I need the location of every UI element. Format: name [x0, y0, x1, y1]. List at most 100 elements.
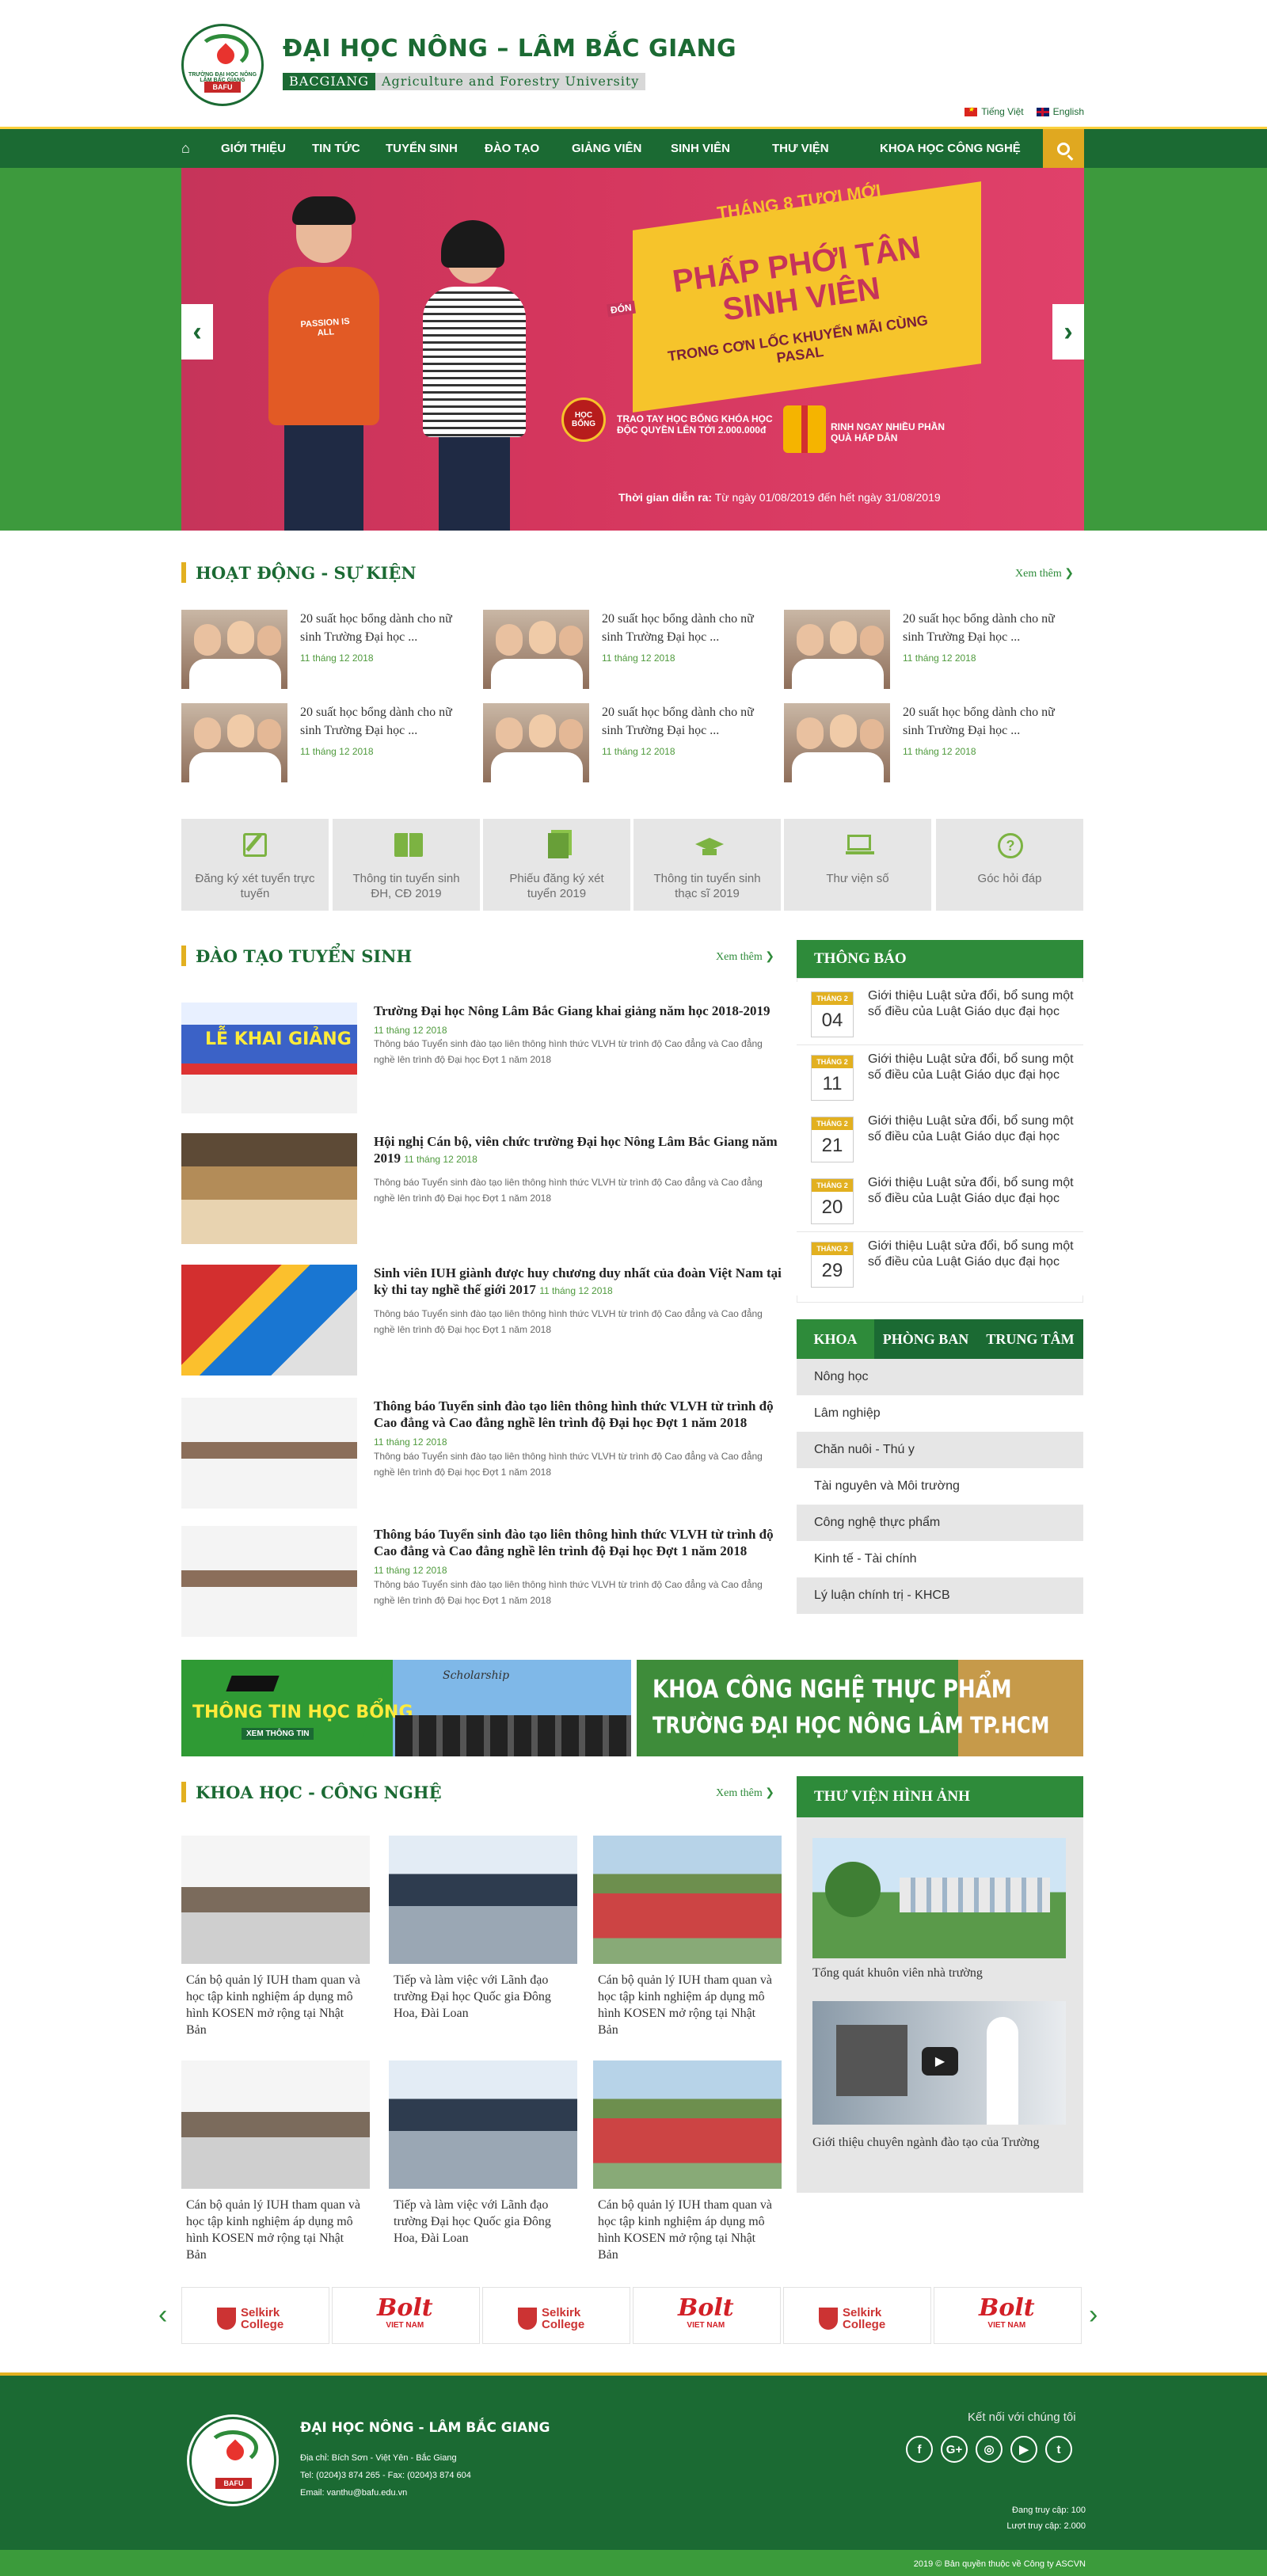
notice-text[interactable]: Giới thiệu Luật sửa đổi, bổ sung một số … [868, 1239, 1077, 1270]
twitter-icon[interactable]: t [1045, 2436, 1072, 2463]
google-plus-icon[interactable]: G+ [941, 2436, 968, 2463]
science-thumbnail[interactable] [181, 2060, 370, 2189]
partner-logo[interactable]: Selkirk College [482, 2287, 630, 2344]
science-title[interactable]: Cán bộ quản lý IUH tham quan và học tập … [186, 1972, 365, 2038]
news-thumbnail[interactable]: LỄ KHAI GIẢNG [181, 1003, 357, 1113]
news-item[interactable]: Sinh viên IUH giành được huy chương duy … [181, 1265, 783, 1376]
quick-link[interactable]: Phiếu đăng ký xét tuyển 2019 [483, 819, 630, 911]
faculty-item[interactable]: Kinh tế - Tài chính [797, 1541, 1083, 1577]
event-title[interactable]: 20 suất học bổng dành cho nữ sinh Trường… [903, 610, 1069, 646]
news-item[interactable]: Thông báo Tuyển sinh đào tạo liên thông … [181, 1398, 783, 1509]
science-title[interactable]: Tiếp và làm việc với Lãnh đạo trường Đại… [394, 2197, 573, 2247]
notice-text[interactable]: Giới thiệu Luật sửa đổi, bổ sung một số … [868, 988, 1077, 1020]
partner-logo[interactable]: Selkirk College [181, 2287, 329, 2344]
event-title[interactable]: 20 suất học bổng dành cho nữ sinh Trường… [602, 610, 768, 646]
gallery-caption[interactable]: Tổng quát khuôn viên nhà trường [812, 1966, 983, 1981]
partners-prev-icon[interactable]: ‹ [158, 2300, 167, 2331]
faculty-item[interactable]: Nông học [797, 1359, 1083, 1395]
instagram-icon[interactable]: ◎ [976, 2436, 1003, 2463]
quick-link[interactable]: ? Góc hỏi đáp [936, 819, 1083, 911]
search-button[interactable] [1043, 129, 1084, 168]
news-thumbnail[interactable] [181, 1133, 357, 1244]
faculty-item[interactable]: Chăn nuôi - Thú y [797, 1432, 1083, 1468]
news-thumbnail[interactable] [181, 1398, 357, 1509]
faculty-item[interactable]: Tài nguyên và Môi trường [797, 1468, 1083, 1505]
partner-logo[interactable]: Bolt VIET NAM [633, 2287, 781, 2344]
science-card[interactable]: Cán bộ quản lý IUH tham quan và học tập … [181, 1836, 370, 2037]
tab-trung-tam[interactable]: TRUNG TÂM [977, 1319, 1083, 1359]
events-more-link[interactable]: Xem thêm ❯ [1015, 567, 1074, 580]
nav-item-gioi-thieu[interactable]: GIỚI THIỆU [221, 142, 286, 155]
science-card[interactable]: Cán bộ quản lý IUH tham quan và học tập … [593, 2060, 782, 2262]
faculty-item[interactable]: Lâm nghiệp [797, 1395, 1083, 1432]
science-more-link[interactable]: Xem thêm ❯ [716, 1786, 774, 1800]
science-card[interactable]: Tiếp và làm việc với Lãnh đạo trường Đại… [389, 2060, 577, 2258]
notice-text[interactable]: Giới thiệu Luật sửa đổi, bổ sung một số … [868, 1175, 1077, 1207]
university-logo[interactable]: TRƯỜNG ĐẠI HỌC NÔNG LÂM BẮC GIANG BAFU [181, 24, 264, 106]
quick-link[interactable]: Thư viện số [784, 819, 931, 911]
partner-logo[interactable]: Bolt VIET NAM [934, 2287, 1082, 2344]
news-title[interactable]: Thông báo Tuyển sinh đào tạo liên thông … [374, 1526, 783, 1579]
news-item[interactable]: Hội nghị Cán bộ, viên chức trường Đại họ… [181, 1133, 783, 1244]
home-icon[interactable]: ⌂ [181, 140, 205, 157]
event-title[interactable]: 20 suất học bổng dành cho nữ sinh Trường… [300, 610, 466, 646]
nav-item-tin-tuc[interactable]: TIN TỨC [312, 142, 360, 155]
nav-item-khoa-hoc-cong-nghe[interactable]: KHOA HỌC CÔNG NGHỆ [880, 142, 1021, 155]
news-title[interactable]: Hội nghị Cán bộ, viên chức trường Đại họ… [374, 1133, 783, 1168]
gallery-caption[interactable]: Giới thiệu chuyên ngành đào tạo của Trườ… [812, 2134, 1066, 2151]
science-thumbnail[interactable] [389, 1836, 577, 1964]
news-thumbnail[interactable] [181, 1526, 357, 1637]
science-title[interactable]: Cán bộ quản lý IUH tham quan và học tập … [186, 2197, 365, 2263]
event-title[interactable]: 20 suất học bổng dành cho nữ sinh Trường… [300, 703, 466, 740]
notice-item[interactable]: THÁNG 2 11 Giới thiệu Luật sửa đổi, bổ sun… [797, 1045, 1083, 1109]
science-title[interactable]: Cán bộ quản lý IUH tham quan và học tập … [598, 1972, 777, 2038]
notice-item[interactable]: THÁNG 2 21 Giới thiệu Luật sửa đổi, bổ sun… [797, 1107, 1083, 1170]
science-thumbnail[interactable] [593, 1836, 782, 1964]
notice-item[interactable]: THÁNG 2 29 Giới thiệu Luật sửa đổi, bổ sun… [797, 1232, 1083, 1296]
gallery-video[interactable]: ▶ [812, 2001, 1066, 2125]
event-thumbnail[interactable] [784, 610, 890, 689]
scholarship-banner[interactable]: THÔNG TIN HỌC BỔNG XEM THÔNG TIN Scholar… [181, 1660, 631, 1756]
news-item[interactable]: LỄ KHAI GIẢNG Trường Đại học Nông Lâm Bắc… [181, 1003, 783, 1113]
event-thumbnail[interactable] [784, 703, 890, 782]
food-tech-banner[interactable]: KHOA CÔNG NGHỆ THỰC PHẨM TRƯỜNG ĐẠI HỌC … [637, 1660, 1083, 1756]
science-card[interactable]: Cán bộ quản lý IUH tham quan và học tập … [181, 2060, 370, 2262]
science-thumbnail[interactable] [593, 2060, 782, 2189]
partner-logo[interactable]: Bolt VIET NAM [332, 2287, 480, 2344]
tab-khoa[interactable]: KHOA [797, 1319, 874, 1359]
event-thumbnail[interactable] [181, 703, 287, 782]
news-title[interactable]: Trường Đại học Nông Lâm Bắc Giang khai g… [374, 1003, 783, 1039]
event-title[interactable]: 20 suất học bổng dành cho nữ sinh Trường… [602, 703, 768, 740]
event-card[interactable]: 20 suất học bổng dành cho nữ sinh Trường… [784, 703, 1069, 782]
event-thumbnail[interactable] [483, 703, 589, 782]
partners-next-icon[interactable]: › [1089, 2300, 1098, 2331]
event-card[interactable]: 20 suất học bổng dành cho nữ sinh Trường… [181, 610, 466, 689]
gallery-image[interactable] [812, 1838, 1066, 1958]
notice-item[interactable]: THÁNG 2 04 Giới thiệu Luật sửa đổi, bổ sun… [797, 982, 1083, 1045]
quick-link[interactable]: Đăng ký xét tuyển trực tuyến [181, 819, 329, 911]
news-title[interactable]: Thông báo Tuyển sinh đào tạo liên thông … [374, 1398, 783, 1451]
footer-email[interactable]: Email: vanthu@bafu.edu.vn [300, 2488, 407, 2498]
science-thumbnail[interactable] [389, 2060, 577, 2189]
event-card[interactable]: 20 suất học bổng dành cho nữ sinh Trường… [483, 610, 768, 689]
slider-next-button[interactable]: › [1052, 304, 1084, 360]
notice-text[interactable]: Giới thiệu Luật sửa đổi, bổ sung một số … [868, 1052, 1077, 1083]
partner-logo[interactable]: Selkirk College [783, 2287, 931, 2344]
play-icon[interactable]: ▶ [922, 2047, 958, 2076]
footer-logo[interactable]: BAFU [189, 2417, 276, 2504]
news-thumbnail[interactable] [181, 1265, 357, 1376]
science-card[interactable]: Cán bộ quản lý IUH tham quan và học tập … [593, 1836, 782, 2037]
training-more-link[interactable]: Xem thêm ❯ [716, 950, 774, 964]
event-thumbnail[interactable] [181, 610, 287, 689]
event-card[interactable]: 20 suất học bổng dành cho nữ sinh Trường… [483, 703, 768, 782]
news-item[interactable]: Thông báo Tuyển sinh đào tạo liên thông … [181, 1526, 783, 1637]
event-thumbnail[interactable] [483, 610, 589, 689]
science-card[interactable]: Tiếp và làm việc với Lãnh đạo trường Đại… [389, 1836, 577, 2034]
news-title[interactable]: Sinh viên IUH giành được huy chương duy … [374, 1265, 783, 1299]
site-title[interactable]: ĐẠI HỌC NÔNG – LÂM BẮC GIANG [283, 35, 736, 63]
lang-english[interactable]: English [1036, 106, 1084, 117]
faculty-item[interactable]: Công nghệ thực phẩm [797, 1505, 1083, 1541]
tab-phong-ban[interactable]: PHÒNG BAN [874, 1319, 977, 1359]
youtube-icon[interactable]: ▶ [1010, 2436, 1037, 2463]
nav-item-sinh-vien[interactable]: SINH VIÊN [671, 142, 730, 155]
